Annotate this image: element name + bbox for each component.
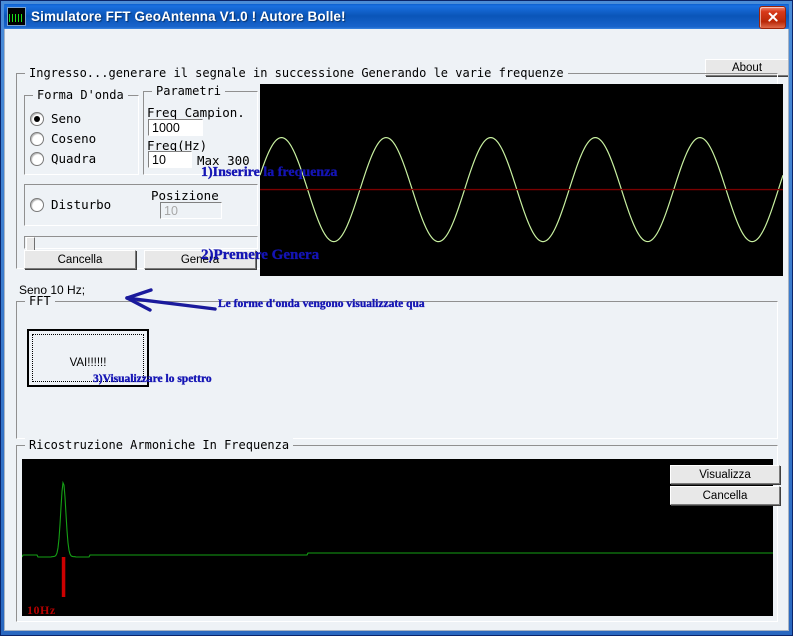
spectrum-group-title: Ricostruzione Armoniche In Frequenza: [25, 438, 294, 452]
radio-dot-icon: [30, 111, 44, 126]
vai-button-label: VAI!!!!!!: [69, 357, 107, 369]
slider-track: [24, 236, 258, 249]
waveform-plot: [260, 84, 783, 276]
spectrum-plot-svg: [22, 480, 773, 597]
cancella-spectrum-button[interactable]: Cancella: [670, 486, 780, 505]
title-bar-buttons: [759, 6, 786, 29]
input-group-title: Ingresso...generare il segnale in succes…: [25, 66, 568, 80]
radio-coseno-label: Coseno: [51, 131, 97, 146]
frequency-marker-bar: [61, 557, 66, 597]
marker-frequency-label: 10Hz: [27, 603, 56, 617]
application-window: Simulatore FFT GeoAntenna V1.0 ! Autore …: [0, 0, 793, 636]
slider-thumb[interactable]: [26, 237, 35, 251]
waveform-plot-svg: [260, 136, 783, 243]
parameters-group-title: Parametri: [152, 84, 226, 98]
radio-seno-label: Seno: [51, 111, 82, 126]
radio-quadra-label: Quadra: [51, 151, 97, 166]
max-freq-label: Max 300: [197, 153, 250, 168]
title-bar[interactable]: Simulatore FFT GeoAntenna V1.0 ! Autore …: [4, 4, 789, 29]
sample-freq-label: Freq Campion.: [147, 105, 245, 120]
genera-button[interactable]: Genera: [144, 250, 256, 269]
close-icon[interactable]: [759, 6, 786, 29]
cancella-input-button[interactable]: Cancella: [24, 250, 136, 269]
window-title: Simulatore FFT GeoAntenna V1.0 ! Autore …: [31, 9, 346, 24]
vai-button[interactable]: VAI!!!!!!: [27, 329, 149, 387]
posizione-input[interactable]: 10: [160, 202, 222, 219]
radio-dot-icon: [30, 131, 44, 146]
radio-quadra[interactable]: Quadra: [30, 151, 96, 166]
radio-disturbo[interactable]: Disturbo: [30, 197, 111, 212]
radio-coseno[interactable]: Coseno: [30, 131, 96, 146]
posizione-label: Posizione: [151, 188, 219, 203]
sample-freq-input[interactable]: 1000: [148, 119, 203, 136]
waveform-group-title: Forma D'onda: [33, 88, 128, 102]
radio-disturbo-label: Disturbo: [51, 197, 112, 212]
client-area: About Ingresso...generare il segnale in …: [4, 29, 789, 631]
fft-group-title: FFT: [25, 294, 55, 308]
freq-input[interactable]: 10: [148, 151, 192, 168]
window-frame: Simulatore FFT GeoAntenna V1.0 ! Autore …: [0, 0, 793, 636]
waveform-icon: [7, 7, 26, 26]
spectrum-plot: [22, 459, 773, 616]
radio-seno[interactable]: Seno: [30, 111, 81, 126]
radio-dot-icon: [30, 151, 44, 166]
visualizza-button[interactable]: Visualizza: [670, 465, 780, 484]
radio-dot-icon: [30, 197, 44, 212]
